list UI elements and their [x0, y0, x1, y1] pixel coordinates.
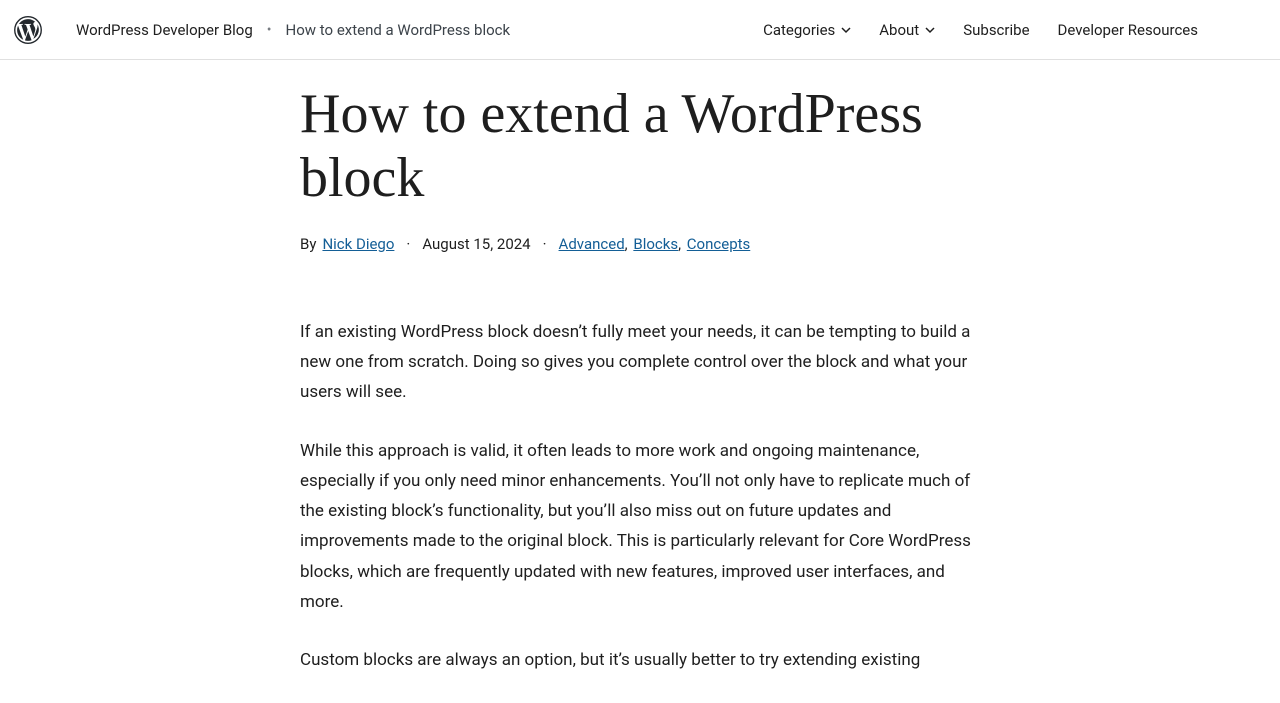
nav-about[interactable]: About [879, 21, 935, 39]
site-header: WordPress Developer Blog • How to extend… [0, 0, 1280, 60]
paragraph: While this approach is valid, it often l… [300, 436, 980, 618]
category-link[interactable]: Advanced [559, 235, 625, 253]
chevron-down-icon [925, 25, 935, 35]
primary-nav: Categories About Subscribe Developer Res… [763, 21, 1266, 39]
article-meta: By Nick Diego · August 15, 2024 · Advanc… [300, 235, 980, 253]
article: How to extend a WordPress block By Nick … [300, 82, 980, 675]
breadcrumb-current: How to extend a WordPress block [286, 21, 511, 39]
publish-date: August 15, 2024 [422, 235, 530, 253]
author-link[interactable]: Nick Diego [322, 235, 394, 253]
chevron-down-icon [841, 25, 851, 35]
nav-developer-resources[interactable]: Developer Resources [1058, 21, 1198, 39]
nav-about-label: About [879, 21, 919, 39]
paragraph: If an existing WordPress block doesn’t f… [300, 317, 980, 408]
category-list: Advanced, Blocks, Concepts [559, 235, 751, 253]
meta-separator: · [406, 235, 410, 253]
by-label: By [300, 235, 316, 253]
breadcrumb-blog-link[interactable]: WordPress Developer Blog [76, 21, 253, 39]
comma: , [678, 235, 681, 253]
category-link[interactable]: Concepts [687, 235, 750, 253]
meta-separator: · [543, 235, 547, 253]
breadcrumb: WordPress Developer Blog • How to extend… [76, 21, 510, 39]
breadcrumb-separator: • [267, 22, 272, 38]
nav-subscribe[interactable]: Subscribe [963, 21, 1029, 39]
nav-categories-label: Categories [763, 21, 835, 39]
nav-subscribe-label: Subscribe [963, 21, 1029, 39]
nav-categories[interactable]: Categories [763, 21, 851, 39]
page-title: How to extend a WordPress block [300, 82, 980, 211]
comma: , [625, 235, 628, 253]
paragraph: Custom blocks are always an option, but … [300, 645, 980, 675]
wordpress-logo-icon[interactable] [14, 16, 42, 44]
nav-developer-resources-label: Developer Resources [1058, 21, 1198, 39]
category-link[interactable]: Blocks [633, 235, 678, 253]
